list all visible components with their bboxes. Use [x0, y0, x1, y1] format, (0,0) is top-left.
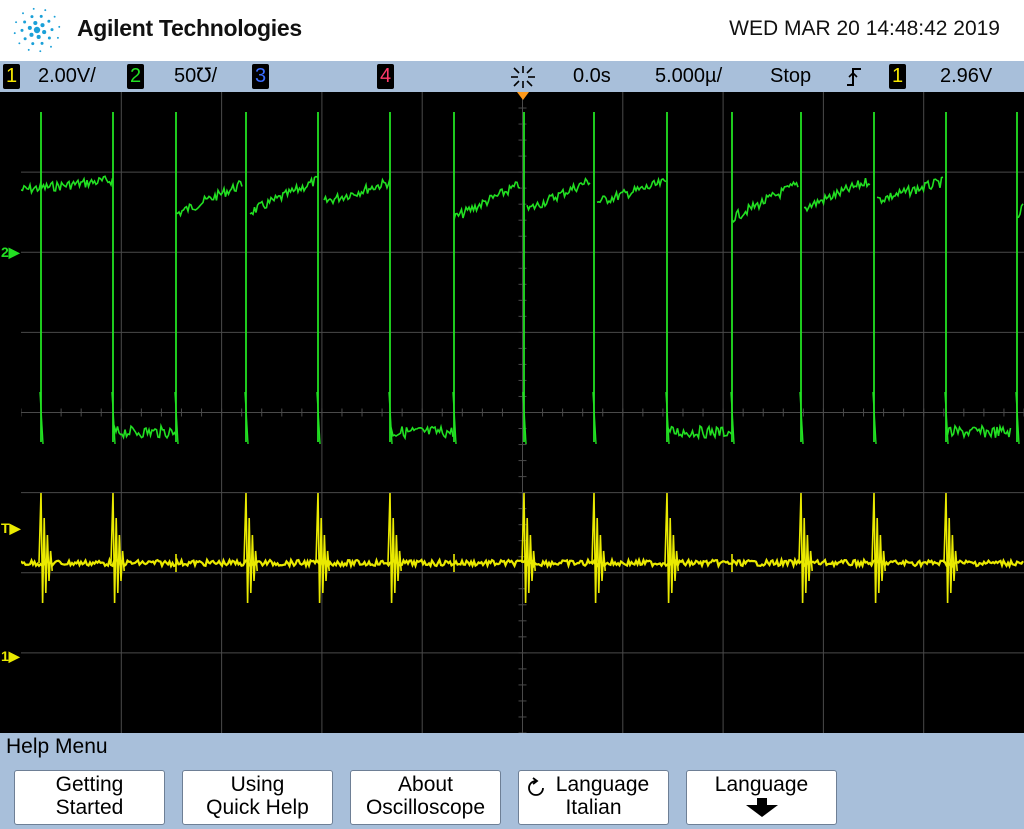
language-italian-button[interactable]: Language Italian	[518, 770, 669, 825]
channel-2-scale: 50℧/	[174, 65, 218, 87]
channel-2-ground-marker[interactable]: 2▶	[1, 244, 20, 261]
trigger-level-marker[interactable]: T▶	[1, 520, 20, 537]
channel-3-indicator[interactable]: 3	[252, 64, 269, 89]
acquisition-icon	[511, 66, 535, 88]
channel-4-indicator[interactable]: 4	[377, 64, 394, 89]
trigger-position-marker	[517, 92, 529, 100]
trigger-level: 2.96V	[940, 65, 993, 87]
about-oscilloscope-button[interactable]: About Oscilloscope	[350, 770, 501, 825]
agilent-logo-icon	[13, 7, 61, 53]
down-arrow-icon	[745, 798, 778, 817]
brand-name: Agilent Technologies	[77, 15, 302, 41]
trigger-source-indicator[interactable]: 1	[889, 64, 906, 89]
waveform-plot	[21, 92, 1024, 733]
title-bar: Agilent Technologies WED MAR 20 14:48:42…	[0, 0, 1024, 61]
cycle-icon	[528, 777, 544, 796]
timebase-value: 5.000µ/	[655, 65, 723, 87]
waveform-display[interactable]	[21, 92, 1024, 733]
left-gutter: 2▶ T▶ 1▶	[0, 92, 21, 733]
run-state: Stop	[770, 65, 812, 87]
rising-edge-icon	[847, 68, 861, 86]
menu-title: Help Menu	[6, 735, 108, 758]
softkey-menu: Help Menu Getting Started Using Quick He…	[0, 733, 1024, 829]
channel-1-ground-marker[interactable]: 1▶	[1, 648, 20, 665]
language-button[interactable]: Language	[686, 770, 837, 825]
using-quick-help-button[interactable]: Using Quick Help	[182, 770, 333, 825]
delay-value: 0.0s	[573, 65, 611, 87]
channel-1-scale: 2.00V/	[38, 65, 96, 87]
getting-started-button[interactable]: Getting Started	[14, 770, 165, 825]
status-bar: 1 2.00V/ 2 50℧/ 3 4 0.0s 5.000µ/ Stop 1 …	[0, 61, 1024, 92]
channel-2-indicator[interactable]: 2	[127, 64, 144, 89]
date-time: WED MAR 20 14:48:42 2019	[729, 17, 1000, 40]
channel-1-indicator[interactable]: 1	[3, 64, 20, 89]
